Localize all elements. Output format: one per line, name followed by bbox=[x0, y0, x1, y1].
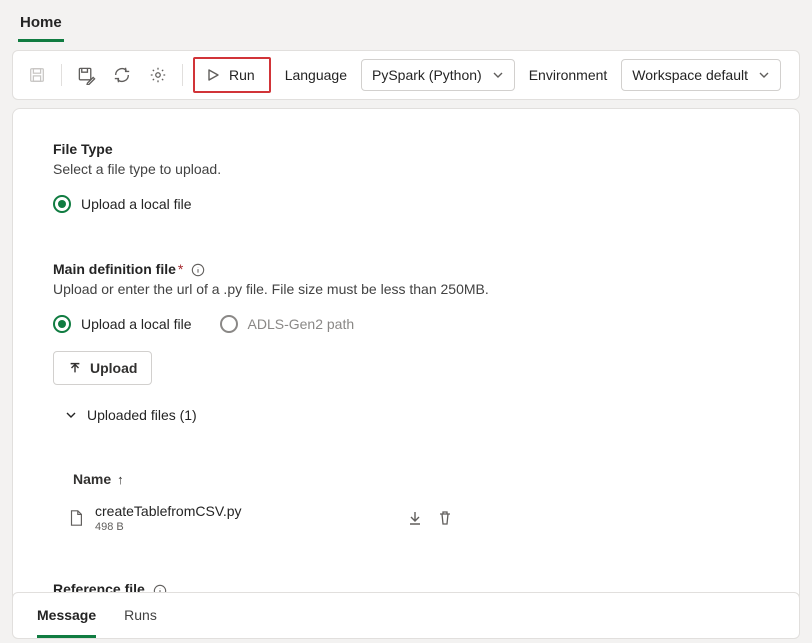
file-name: createTablefromCSV.py bbox=[95, 503, 407, 519]
run-button[interactable]: Run bbox=[193, 57, 271, 93]
chevron-down-icon bbox=[758, 69, 770, 81]
tab-message[interactable]: Message bbox=[37, 593, 96, 638]
chevron-down-icon bbox=[65, 409, 77, 421]
toolbar-separator bbox=[182, 64, 183, 86]
settings-icon[interactable] bbox=[144, 61, 172, 89]
environment-value: Workspace default bbox=[632, 67, 748, 83]
save-icon bbox=[23, 61, 51, 89]
uploaded-files-accordion[interactable]: Uploaded files (1) bbox=[53, 407, 759, 423]
file-row: createTablefromCSV.py 498 B bbox=[53, 503, 453, 533]
info-icon[interactable] bbox=[191, 263, 205, 277]
run-button-label: Run bbox=[229, 67, 255, 83]
sort-asc-icon: ↑ bbox=[117, 472, 124, 487]
radio-maindef-adls[interactable] bbox=[220, 315, 238, 333]
radio-maindef-local[interactable] bbox=[53, 315, 71, 333]
upload-button[interactable]: Upload bbox=[53, 351, 152, 385]
bottom-tabs: Message Runs bbox=[12, 592, 800, 639]
delete-icon[interactable] bbox=[437, 510, 453, 526]
tab-runs[interactable]: Runs bbox=[124, 593, 157, 638]
toolbar-separator bbox=[61, 64, 62, 86]
maindef-sub: Upload or enter the url of a .py file. F… bbox=[53, 281, 759, 297]
radio-filetype-local-label: Upload a local file bbox=[81, 196, 192, 212]
download-icon[interactable] bbox=[407, 510, 423, 526]
language-dropdown[interactable]: PySpark (Python) bbox=[361, 59, 515, 91]
radio-filetype-local[interactable] bbox=[53, 195, 71, 213]
filetype-title: File Type bbox=[53, 141, 759, 157]
tab-home[interactable]: Home bbox=[18, 10, 64, 42]
language-value: PySpark (Python) bbox=[372, 67, 482, 83]
chevron-down-icon bbox=[492, 69, 504, 81]
environment-label: Environment bbox=[523, 67, 614, 83]
environment-dropdown[interactable]: Workspace default bbox=[621, 59, 781, 91]
required-asterisk: * bbox=[178, 261, 183, 277]
file-table-header[interactable]: Name ↑ bbox=[53, 471, 759, 487]
language-label: Language bbox=[279, 67, 353, 83]
maindef-title: Main definition file bbox=[53, 261, 176, 277]
upload-button-label: Upload bbox=[90, 360, 137, 376]
toolbar: Run Language PySpark (Python) Environmen… bbox=[12, 50, 800, 100]
filetype-sub: Select a file type to upload. bbox=[53, 161, 759, 177]
save-edit-icon[interactable] bbox=[72, 61, 100, 89]
file-size: 498 B bbox=[95, 521, 407, 533]
main-panel: File Type Select a file type to upload. … bbox=[12, 108, 800, 603]
file-icon bbox=[67, 509, 85, 527]
upload-icon bbox=[68, 361, 82, 375]
radio-maindef-adls-label: ADLS-Gen2 path bbox=[248, 316, 355, 332]
col-name: Name bbox=[73, 471, 111, 487]
radio-maindef-local-label: Upload a local file bbox=[81, 316, 192, 332]
uploaded-files-label: Uploaded files (1) bbox=[87, 407, 197, 423]
refresh-icon[interactable] bbox=[108, 61, 136, 89]
